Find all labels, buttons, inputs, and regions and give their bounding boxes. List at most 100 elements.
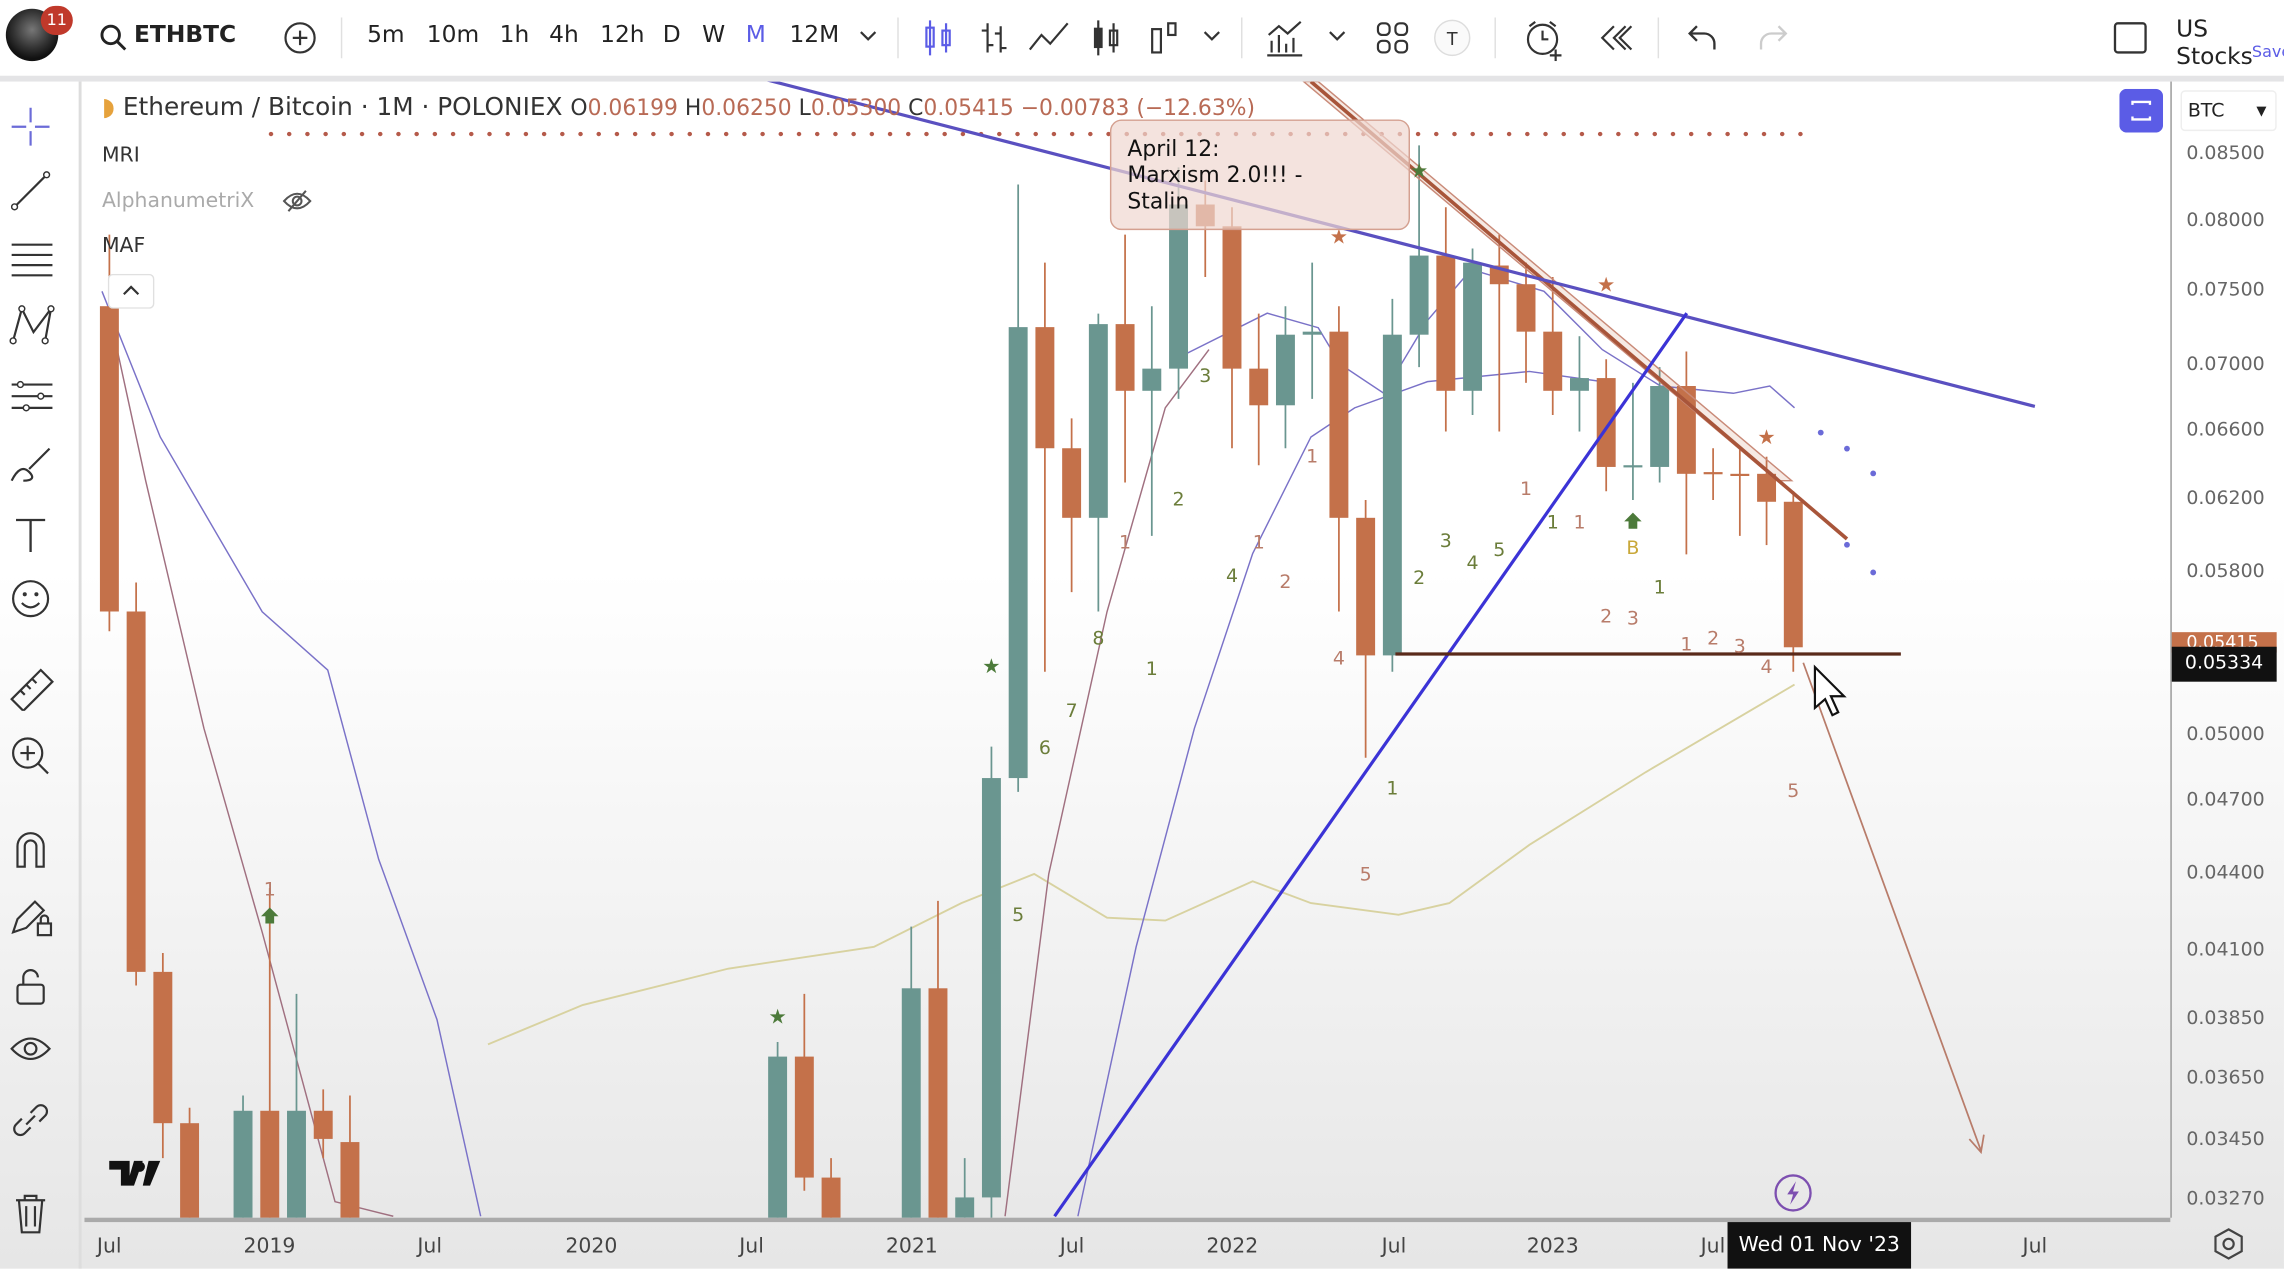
lightning-icon[interactable] [1773, 1173, 1814, 1214]
crosshair-price-label: 0.05334 [2171, 646, 2277, 682]
time-tick: Jul [1381, 1235, 1407, 1259]
indicator-maf[interactable]: MAF [102, 235, 145, 258]
time-tick: Jul [417, 1235, 443, 1259]
moving-average-line [108, 313, 394, 1217]
candle[interactable] [1356, 500, 1376, 758]
candle[interactable] [1436, 207, 1456, 432]
candle[interactable] [1329, 306, 1349, 612]
candle[interactable] [928, 900, 948, 1269]
candle-body [794, 1056, 814, 1178]
candles-layer [99, 145, 1803, 1269]
candle[interactable] [126, 582, 146, 986]
candle[interactable] [1088, 313, 1108, 612]
candle-body [1329, 331, 1349, 518]
arrow-up-marker [1624, 512, 1642, 529]
candle-body [313, 1110, 333, 1139]
candle[interactable] [1008, 184, 1028, 792]
sequence-count-label: 7 [1066, 700, 1078, 722]
price-tick: 0.07500 [2186, 279, 2265, 302]
indicator-mri[interactable]: MRI [102, 144, 140, 167]
candle-body [1409, 255, 1429, 335]
candle-body [1356, 517, 1376, 656]
star-marker: ★ [1757, 425, 1775, 449]
candle-body [1382, 334, 1402, 656]
candle[interactable] [1569, 336, 1589, 432]
sequence-count-label: 2 [1173, 489, 1185, 511]
candle-body [1222, 226, 1242, 369]
candle[interactable] [1142, 306, 1162, 536]
candle[interactable] [1222, 207, 1242, 449]
price-tick: 0.05800 [2186, 560, 2265, 583]
auto-scale-button[interactable] [2119, 88, 2164, 133]
sequence-count-label: 1 [1253, 532, 1265, 554]
eye-off-icon[interactable] [282, 188, 312, 214]
candle[interactable] [1596, 359, 1616, 492]
candle[interactable] [1489, 234, 1509, 432]
sequence-count-label: 5 [1012, 904, 1024, 926]
time-tick: Jul [2022, 1235, 2048, 1259]
sequence-count-label: 2 [1600, 606, 1612, 628]
candle[interactable] [1676, 351, 1696, 555]
moving-average-line [487, 683, 1796, 1046]
candle[interactable] [1783, 491, 1803, 672]
indicator-alphanumetrix[interactable]: AlphanumetriX [102, 189, 254, 212]
sequence-count-label: 5 [1360, 863, 1372, 885]
collapse-legend-button[interactable] [107, 273, 155, 309]
candle[interactable] [1062, 418, 1082, 593]
time-tick: Jul [739, 1235, 764, 1259]
candle[interactable] [794, 993, 814, 1191]
price-tick: 0.03850 [2186, 1007, 2265, 1030]
price-tick: 0.07000 [2186, 353, 2265, 376]
chart-note-callout[interactable]: April 12: Marxism 2.0!!! - Stalin [1109, 119, 1410, 231]
sequence-count-label: 6 [1039, 737, 1051, 759]
candle[interactable] [260, 888, 280, 1269]
candle[interactable] [1703, 448, 1723, 501]
sequence-count-label: 3 [1440, 530, 1452, 552]
price-tick: 0.03450 [2186, 1128, 2265, 1151]
symbol-title[interactable]: Ethereum / Bitcoin · 1M · POLONIEX [123, 93, 563, 122]
currency-select[interactable]: BTC ▼ [2180, 90, 2277, 132]
candle[interactable] [981, 746, 1001, 1225]
price-tick: 0.03650 [2186, 1067, 2265, 1090]
candle[interactable] [1730, 448, 1750, 536]
candle-body [1062, 448, 1082, 518]
time-tick: Jul [1700, 1235, 1726, 1259]
candle-body [1516, 284, 1536, 332]
chevron-down-icon: ▼ [2256, 104, 2267, 120]
sequence-count-label: 2 [1707, 628, 1719, 650]
time-axis[interactable]: Jul 2019 Jul 2020 Jul 2021 Jul 2022 Jul 2023 Jul Ju… [84, 1217, 2171, 1269]
candle-body [1569, 378, 1589, 391]
candle[interactable] [1249, 313, 1269, 466]
time-tick: 2021 [885, 1235, 938, 1259]
candle[interactable] [1115, 234, 1135, 483]
candle[interactable] [313, 1089, 333, 1159]
low-value: 0.05300 [810, 94, 902, 121]
candle[interactable] [1035, 262, 1055, 672]
price-axis[interactable]: BTC ▼ 0.08500 0.08000 0.07500 0.07000 0.06600… [2170, 81, 2284, 1218]
price-tick: 0.08000 [2186, 209, 2265, 232]
tradingview-logo-icon[interactable] [108, 1157, 166, 1192]
candle-body [1302, 331, 1322, 335]
candle-body [1088, 324, 1108, 518]
candle[interactable] [1302, 262, 1322, 399]
sequence-count-label: 5 [1493, 539, 1505, 561]
candle[interactable] [1275, 306, 1295, 449]
candle-body [1275, 334, 1295, 406]
candle-body [1249, 368, 1269, 406]
star-marker: ★ [1410, 158, 1428, 182]
candle[interactable] [153, 953, 173, 1159]
candle-body [1035, 327, 1055, 449]
time-tick: 2019 [243, 1235, 296, 1259]
candle-body [1596, 378, 1616, 467]
sequence-count-label: 4 [1333, 648, 1345, 670]
tradingview-window: 11 ETHBTC 5m 10m 1h 4h 12h D W M 12M T US Stocks… [0, 0, 2284, 1269]
candle[interactable] [1516, 262, 1536, 383]
chart-settings-icon[interactable] [2211, 1226, 2246, 1261]
candle-body [153, 971, 173, 1124]
candle[interactable] [1463, 248, 1483, 416]
time-tick: 2022 [1206, 1235, 1259, 1259]
candle-body [1623, 465, 1643, 468]
candle[interactable] [1382, 298, 1402, 672]
candle-body [955, 1197, 975, 1218]
price-tick: 0.04700 [2186, 789, 2265, 812]
